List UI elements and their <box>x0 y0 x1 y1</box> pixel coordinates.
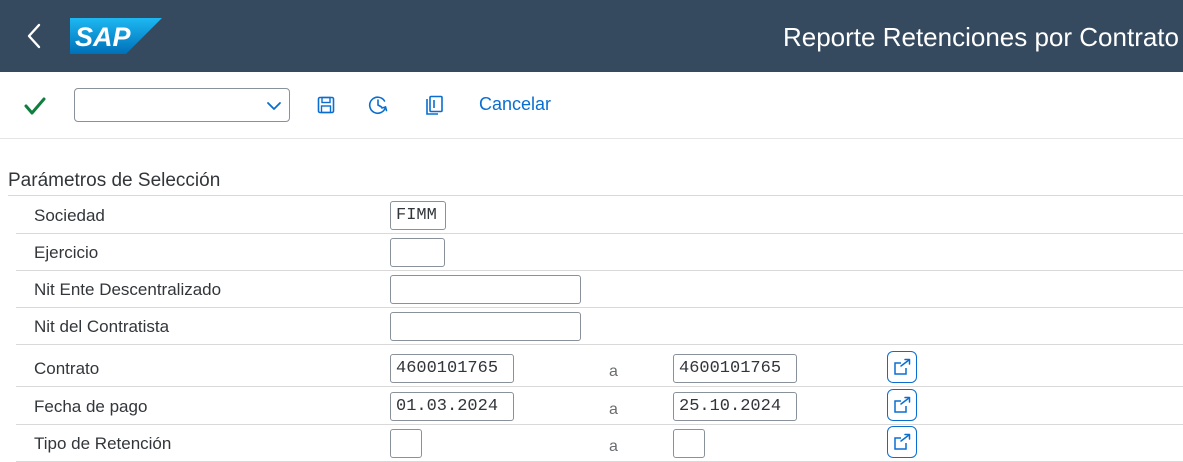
sap-logo[interactable]: SAP <box>70 18 162 54</box>
shell-bar: SAP Reporte Retenciones por Contrato <box>0 0 1183 72</box>
save-variant-button[interactable] <box>314 92 338 118</box>
multiple-selection-button[interactable] <box>887 351 917 383</box>
param-row-sociedad: Sociedad <box>16 197 1183 234</box>
param-row-contrato: Contrato a <box>16 350 1183 387</box>
param-label: Contrato <box>34 359 100 378</box>
multiple-selection-button[interactable] <box>887 426 917 458</box>
nit-contratista-input[interactable] <box>390 312 581 341</box>
param-label: Tipo de Retención <box>34 434 172 453</box>
param-row-tipo-retencion: Tipo de Retención a <box>16 425 1183 462</box>
param-label: Sociedad <box>34 206 105 225</box>
sociedad-input[interactable] <box>390 201 446 230</box>
execute-button[interactable] <box>22 94 48 118</box>
chevron-down-icon[interactable] <box>265 97 283 115</box>
back-button[interactable] <box>14 18 54 54</box>
cancel-button[interactable]: Cancelar <box>479 94 551 115</box>
checkmark-icon <box>24 97 46 115</box>
fecha-pago-from-input[interactable] <box>390 392 514 421</box>
app-title: Reporte Retenciones por Contrato <box>782 22 1179 52</box>
multiple-selection-icon <box>894 433 911 450</box>
range-to-label: a <box>609 438 618 455</box>
history-icon <box>368 96 388 114</box>
param-row-ejercicio: Ejercicio <box>16 234 1183 271</box>
section-title: Parámetros de Selección <box>8 170 221 191</box>
ejercicio-input[interactable] <box>390 238 445 267</box>
section-divider <box>8 195 1183 196</box>
contrato-from-input[interactable] <box>390 354 514 383</box>
param-label: Ejercicio <box>34 243 99 262</box>
multiple-selection-icon <box>894 396 911 413</box>
tipo-retencion-from-input[interactable] <box>390 429 422 458</box>
sap-logo-text: SAP <box>75 22 132 52</box>
fecha-pago-to-input[interactable] <box>673 392 797 421</box>
nit-ente-input[interactable] <box>390 275 581 304</box>
multiple-selection-button[interactable] <box>887 389 917 421</box>
toolbar: Cancelar <box>0 72 1183 139</box>
chevron-left-icon <box>27 23 41 49</box>
command-input[interactable] <box>81 93 253 119</box>
param-row-nit-contratista: Nit del Contratista <box>16 308 1183 345</box>
save-icon <box>317 96 335 114</box>
param-label: Nit del Contratista <box>34 317 170 336</box>
param-label: Fecha de pago <box>34 397 148 416</box>
command-field[interactable] <box>74 88 290 122</box>
range-to-label: a <box>609 363 618 380</box>
param-row-fecha-pago: Fecha de pago a <box>16 388 1183 425</box>
contrato-to-input[interactable] <box>673 354 797 383</box>
range-to-label: a <box>609 401 618 418</box>
param-row-nit-ente: Nit Ente Descentralizado <box>16 271 1183 308</box>
param-label: Nit Ente Descentralizado <box>34 280 222 299</box>
copy-icon <box>426 95 443 115</box>
get-variant-button[interactable] <box>366 92 390 118</box>
multiple-selection-icon <box>894 358 911 375</box>
tipo-retencion-to-input[interactable] <box>673 429 705 458</box>
copy-button[interactable] <box>422 92 446 118</box>
